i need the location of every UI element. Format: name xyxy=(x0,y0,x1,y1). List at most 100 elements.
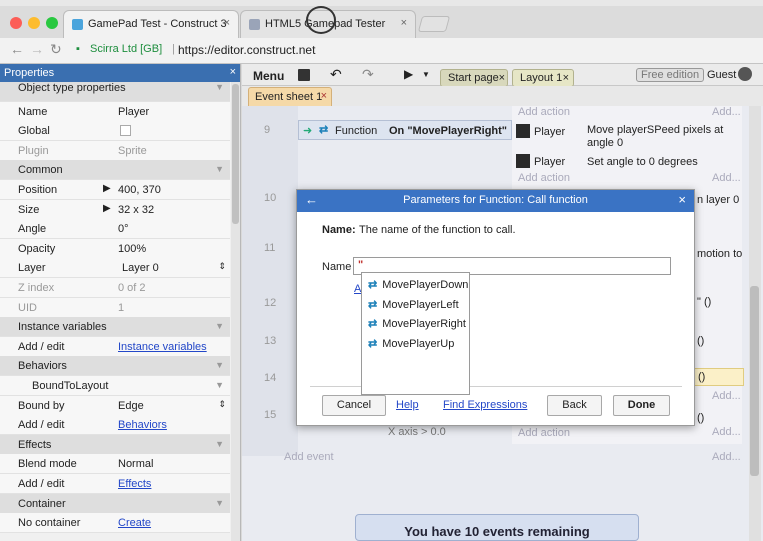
collapse-triangle-icon[interactable]: ▼ xyxy=(215,439,224,449)
undo-icon[interactable]: ↶ xyxy=(330,66,342,83)
property-link[interactable]: Create xyxy=(118,517,151,529)
url-text[interactable]: https://editor.construct.net xyxy=(178,43,315,57)
redo-icon[interactable]: ↷ xyxy=(362,66,374,83)
add-more-link[interactable]: Add... xyxy=(712,426,741,438)
property-section-header[interactable]: Container ▼ xyxy=(0,493,230,514)
add-event-link[interactable]: Add event xyxy=(284,451,334,463)
cancel-button[interactable]: Cancel xyxy=(322,395,386,416)
collapse-triangle-icon[interactable]: ▼ xyxy=(215,321,224,331)
collapse-triangle-icon[interactable]: ▼ xyxy=(215,360,224,370)
property-row[interactable]: Add / edit Instance variables xyxy=(0,336,230,357)
zoom-window-dot[interactable] xyxy=(46,17,58,29)
tab-close-icon[interactable]: × xyxy=(499,72,505,84)
tab-close-icon[interactable]: × xyxy=(224,17,230,29)
add-action-link[interactable]: Add action xyxy=(518,106,570,118)
save-icon[interactable] xyxy=(298,69,310,81)
select-arrows-icon[interactable]: ⇕ xyxy=(218,261,226,272)
add-action-link[interactable]: Add action xyxy=(518,172,570,184)
collapse-triangle-icon[interactable]: ▼ xyxy=(215,82,224,92)
property-row[interactable]: Bound by Edge ⇕ xyxy=(0,395,230,416)
sheet-scroll-thumb[interactable] xyxy=(750,286,759,476)
property-link[interactable]: Behaviors xyxy=(118,419,167,431)
reload-icon[interactable]: ↻ xyxy=(50,41,62,58)
property-value: 400, 370 xyxy=(118,184,161,196)
add-more-link[interactable]: Add... xyxy=(712,390,741,402)
function-option[interactable]: ⇄ MovePlayerUp xyxy=(368,337,454,350)
close-window-dot[interactable] xyxy=(10,17,22,29)
action-row[interactable]: Player Set angle to 0 degrees xyxy=(514,152,740,172)
property-row[interactable]: Name Player xyxy=(0,101,230,122)
back-icon[interactable]: ← xyxy=(10,41,24,57)
property-row[interactable]: Z index 0 of 2 xyxy=(0,278,230,298)
user-avatar-icon[interactable] xyxy=(738,67,752,81)
new-tab-button[interactable] xyxy=(417,16,451,32)
minimize-window-dot[interactable] xyxy=(28,17,40,29)
tab-close-icon[interactable]: × xyxy=(401,17,407,29)
property-row[interactable]: Angle 0° xyxy=(0,219,230,240)
collapse-triangle-icon[interactable]: ▼ xyxy=(215,380,224,390)
property-link[interactable]: Effects xyxy=(118,478,151,490)
add-more-link[interactable]: Add... xyxy=(712,172,741,184)
expand-arrow-icon[interactable]: ▶ xyxy=(103,183,111,194)
property-row[interactable]: Global xyxy=(0,121,230,142)
function-option[interactable]: ⇄ MovePlayerLeft xyxy=(368,298,459,311)
function-condition[interactable]: ➜ ⇄ Function On "MovePlayerRight" xyxy=(298,120,512,140)
tab-layout-1[interactable]: Layout 1 × xyxy=(512,69,574,87)
find-expressions-link[interactable]: Find Expressions xyxy=(443,399,527,411)
forward-icon[interactable]: → xyxy=(30,41,44,57)
menu-button[interactable]: Menu xyxy=(253,69,284,83)
property-key: Behaviors xyxy=(18,360,67,373)
property-key: Add / edit xyxy=(18,419,65,432)
property-row[interactable]: Position 400, 370 ▶ xyxy=(0,180,230,200)
tab-label: Event sheet 1 xyxy=(255,91,323,103)
partial-action-text: () xyxy=(698,371,706,383)
add-more-link[interactable]: Add... xyxy=(712,451,741,463)
collapse-triangle-icon[interactable]: ▼ xyxy=(215,164,224,174)
property-row[interactable]: Add / edit Behaviors xyxy=(0,415,230,436)
property-row[interactable]: Opacity 100% xyxy=(0,238,230,259)
property-row[interactable]: Plugin Sprite xyxy=(0,140,230,161)
play-icon[interactable]: ▶ xyxy=(404,67,413,81)
tab-event-sheet-1[interactable]: Event sheet 1 × xyxy=(248,87,332,106)
close-icon[interactable]: × xyxy=(230,66,236,78)
select-arrows-icon[interactable]: ⇕ xyxy=(218,399,226,410)
done-button[interactable]: Done xyxy=(613,395,670,416)
property-section-header[interactable]: Effects ▼ xyxy=(0,434,230,455)
property-section-header[interactable]: Object type properties ▼ xyxy=(0,82,230,102)
close-icon[interactable]: × xyxy=(678,192,686,207)
property-section-header[interactable]: Behaviors ▼ xyxy=(0,356,230,377)
line-number: 10 xyxy=(264,192,277,204)
tab-start-page[interactable]: Start page × xyxy=(440,69,508,87)
back-button[interactable]: Back xyxy=(547,395,602,416)
global-checkbox[interactable] xyxy=(120,125,131,137)
property-row[interactable]: UID 1 xyxy=(0,297,230,318)
function-icon: ⇄ xyxy=(368,337,378,350)
add-more-link[interactable]: Add... xyxy=(712,106,741,118)
property-row[interactable]: Layer Layer 0 ⇕ xyxy=(0,258,230,279)
back-arrow-icon[interactable]: ← xyxy=(305,192,318,207)
property-section-header[interactable]: Instance variables ▼ xyxy=(0,317,230,338)
add-action-link[interactable]: Add action xyxy=(518,427,570,439)
browser-tab-strip: GamePad Test - Construct 3 × HTML5 Gamep… xyxy=(0,6,763,38)
tab-close-icon[interactable]: × xyxy=(563,72,569,84)
property-row[interactable]: Blend mode Normal xyxy=(0,454,230,475)
free-edition-badge[interactable]: Free edition xyxy=(636,68,705,82)
expand-arrow-icon[interactable]: ▶ xyxy=(103,203,111,214)
function-option[interactable]: ⇄ MovePlayerDown xyxy=(368,278,468,291)
chevron-down-icon[interactable]: ▼ xyxy=(422,70,430,79)
property-row[interactable]: Add / edit Effects xyxy=(0,474,230,494)
property-key: Effects xyxy=(18,438,52,451)
function-option[interactable]: ⇄ MovePlayerRight xyxy=(368,317,466,330)
highlighted-action[interactable]: () xyxy=(692,368,744,386)
collapse-triangle-icon[interactable]: ▼ xyxy=(215,498,224,508)
property-row[interactable]: Size 32 x 32 ▶ xyxy=(0,199,230,220)
help-link[interactable]: Help xyxy=(396,399,419,411)
tab-close-icon[interactable]: × xyxy=(321,90,327,102)
action-row[interactable]: Player Move playerSPeed pixels at angle … xyxy=(514,122,740,152)
property-row[interactable]: BoundToLayout ▼ xyxy=(0,376,230,396)
browser-tab-active[interactable]: GamePad Test - Construct 3 × xyxy=(63,10,239,38)
property-row[interactable]: No container Create xyxy=(0,513,230,534)
properties-scroll-thumb[interactable] xyxy=(232,84,239,224)
property-section-header[interactable]: Common ▼ xyxy=(0,160,230,181)
property-link[interactable]: Instance variables xyxy=(118,341,207,353)
